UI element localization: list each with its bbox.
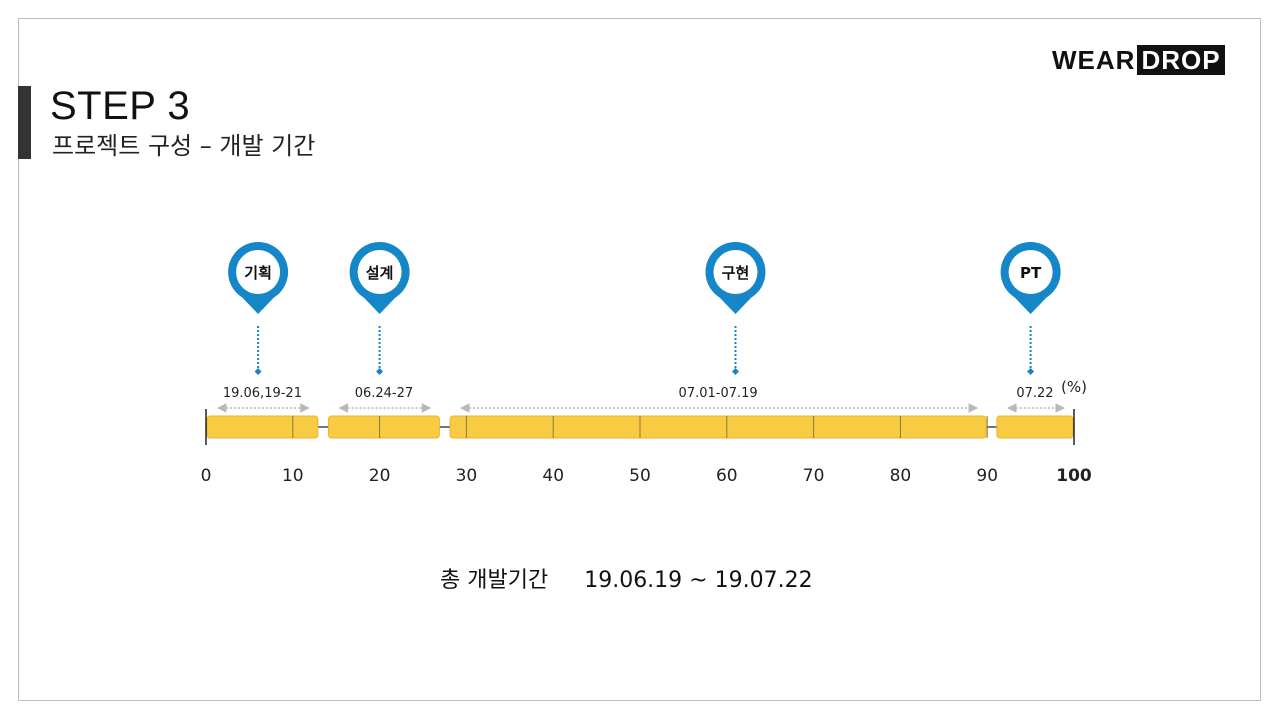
total-period: 총 개발기간 19.06.19 ~ 19.07.22 [440, 566, 813, 596]
axis-tick-label: 80 [890, 466, 912, 486]
axis-tick-label: 100 [1056, 466, 1092, 486]
pin-connector-dot [254, 368, 262, 375]
timeline-chart: 0 10 20 30 40 50 60 70 80 90 100 (%) 19.06,19-21 기획 06… [201, 242, 1092, 486]
axis-tick-label: 30 [456, 466, 478, 486]
phase-date-label: 07.22 [1016, 386, 1053, 401]
phase-date-label: 06.24-27 [355, 386, 413, 401]
axis-tick-label: 50 [629, 466, 651, 486]
phase-bar-2 [328, 415, 440, 439]
phase-date-label: 07.01-07.19 [679, 386, 758, 401]
axis-unit-label: (%) [1061, 378, 1087, 396]
axis-tick-label: 70 [803, 466, 825, 486]
phase-name-label: 설계 [366, 264, 394, 282]
phase-name-label: 기획 [244, 264, 272, 282]
axis-tick-label: 60 [716, 466, 738, 486]
pin-connector-dot [731, 368, 739, 375]
axis-tick-label: 90 [976, 466, 998, 486]
axis-tick-label: 40 [542, 466, 564, 486]
axis-tick-label: 10 [282, 466, 304, 486]
pin-connector-dot [1027, 368, 1035, 375]
phase-bar-4 [996, 415, 1074, 439]
phase-bar-1 [206, 415, 319, 439]
axis-tick-label: 20 [369, 466, 391, 486]
pin-connector-dot [376, 368, 384, 375]
phase-name-label: 구현 [722, 264, 750, 282]
phase-name-label: PT [1020, 264, 1042, 282]
total-period-value: 19.06.19 ~ 19.07.22 [584, 568, 813, 593]
total-period-label: 총 개발기간 [440, 568, 549, 593]
phase-bar-3 [449, 415, 987, 439]
phase-date-label: 19.06,19-21 [223, 386, 302, 401]
axis-tick-label: 0 [201, 466, 212, 486]
